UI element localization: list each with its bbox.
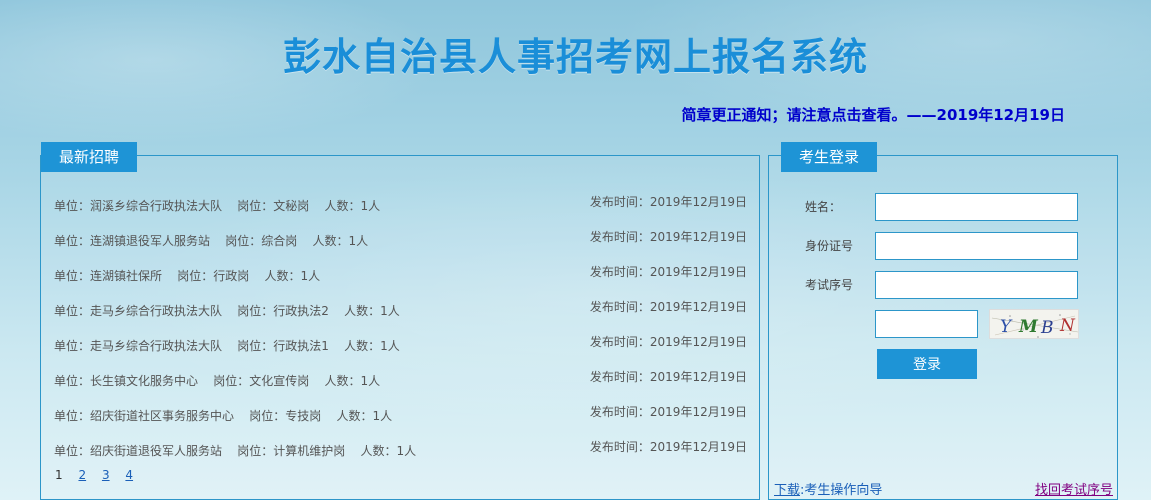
guide-label: :考生操作向导 bbox=[800, 483, 883, 498]
page-link-4[interactable]: 4 bbox=[125, 468, 133, 482]
job-info-link[interactable]: 单位：走马乡综合行政执法大队 岗位：行政执法1 人数：1人 bbox=[54, 336, 400, 356]
job-row: 单位：连湖镇退役军人服务站 岗位：综合岗 人数：1人 发布时间：2019年12月… bbox=[54, 230, 747, 251]
job-row: 单位：绍庆街道社区事务服务中心 岗位：专技岗 人数：1人 发布时间：2019年1… bbox=[54, 405, 747, 426]
job-info-link[interactable]: 单位：绍庆街道社区事务服务中心 岗位：专技岗 人数：1人 bbox=[54, 406, 392, 426]
job-info-link[interactable]: 单位：润溪乡综合行政执法大队 岗位：文秘岗 人数：1人 bbox=[54, 196, 380, 216]
job-date: 发布时间：2019年12月19日 bbox=[589, 405, 747, 419]
job-row: 单位：连湖镇社保所 岗位：行政岗 人数：1人 发布时间：2019年12月19日 bbox=[54, 265, 747, 286]
job-info-link[interactable]: 单位：绍庆街道退役军人服务站 岗位：计算机维护岗 人数：1人 bbox=[54, 441, 416, 461]
captcha-char: N bbox=[1059, 316, 1076, 336]
job-row: 单位：润溪乡综合行政执法大队 岗位：文秘岗 人数：1人 发布时间：2019年12… bbox=[54, 195, 747, 216]
exam-number-label: 考试序号 bbox=[805, 278, 854, 292]
site-title: 彭水自治县人事招考网上报名系统 bbox=[282, 35, 868, 79]
captcha-image[interactable]: Y M B N bbox=[989, 309, 1079, 339]
job-date: 发布时间：2019年12月19日 bbox=[589, 370, 747, 384]
job-date: 发布时间：2019年12月19日 bbox=[589, 265, 747, 279]
captcha-char: B bbox=[1040, 318, 1054, 338]
download-label: 下载 bbox=[774, 483, 801, 498]
captcha-input[interactable] bbox=[875, 310, 978, 338]
job-date: 发布时间：2019年12月19日 bbox=[589, 335, 747, 349]
recruit-tab: 最新招聘 bbox=[41, 142, 138, 172]
login-button[interactable]: 登录 bbox=[877, 349, 977, 379]
notice-link[interactable]: 简章更正通知；请注意点击查看。——2019年12月19日 bbox=[682, 104, 1066, 125]
pagination: 1 2 3 4 bbox=[55, 468, 145, 482]
job-info-link[interactable]: 单位：走马乡综合行政执法大队 岗位：行政执法2 人数：1人 bbox=[54, 301, 400, 321]
page-link-2[interactable]: 2 bbox=[78, 468, 86, 482]
job-date: 发布时间：2019年12月19日 bbox=[589, 300, 747, 314]
job-info-link[interactable]: 单位：连湖镇社保所 岗位：行政岗 人数：1人 bbox=[54, 266, 320, 286]
job-row: 单位：绍庆街道退役军人服务站 岗位：计算机维护岗 人数：1人 发布时间：2019… bbox=[54, 440, 747, 461]
exam-number-input[interactable] bbox=[875, 271, 1078, 299]
name-label: 姓名： bbox=[805, 200, 842, 214]
id-number-input[interactable] bbox=[875, 232, 1078, 260]
captcha-char: Y bbox=[1000, 317, 1013, 337]
job-date: 发布时间：2019年12月19日 bbox=[589, 440, 747, 454]
id-number-label: 身份证号 bbox=[805, 239, 854, 253]
guide-download-link[interactable]: 下载:考生操作向导 bbox=[774, 479, 882, 498]
job-row: 单位：走马乡综合行政执法大队 岗位：行政执法1 人数：1人 发布时间：2019年… bbox=[54, 335, 747, 356]
job-info-link[interactable]: 单位：长生镇文化服务中心 岗位：文化宣传岗 人数：1人 bbox=[54, 371, 380, 391]
job-date: 发布时间：2019年12月19日 bbox=[589, 195, 747, 209]
login-tab: 考生登录 bbox=[781, 142, 878, 172]
job-info-link[interactable]: 单位：连湖镇退役军人服务站 岗位：综合岗 人数：1人 bbox=[54, 231, 368, 251]
recover-exam-number-link[interactable]: 找回考试序号 bbox=[1035, 479, 1113, 498]
login-panel: 考生登录 姓名： 身份证号 考试序号 Y M B N 登录 下载:考生操作向导 … bbox=[768, 142, 1118, 500]
job-date: 发布时间：2019年12月19日 bbox=[589, 230, 747, 244]
recruit-panel: 最新招聘 单位：润溪乡综合行政执法大队 岗位：文秘岗 人数：1人 发布时间：20… bbox=[40, 142, 760, 500]
captcha-char: M bbox=[1018, 317, 1039, 337]
job-row: 单位：长生镇文化服务中心 岗位：文化宣传岗 人数：1人 发布时间：2019年12… bbox=[54, 370, 747, 391]
page-link-3[interactable]: 3 bbox=[102, 468, 110, 482]
page-current: 1 bbox=[55, 468, 63, 482]
name-input[interactable] bbox=[875, 193, 1078, 221]
job-row: 单位：走马乡综合行政执法大队 岗位：行政执法2 人数：1人 发布时间：2019年… bbox=[54, 300, 747, 321]
